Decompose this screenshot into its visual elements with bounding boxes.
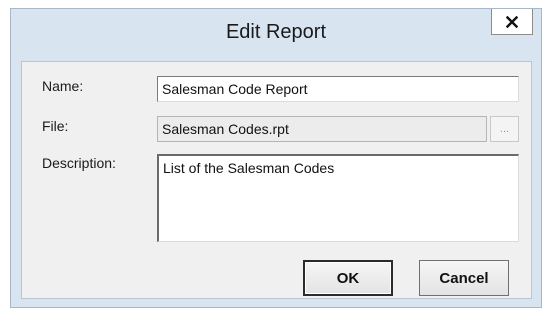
dialog-title: Edit Report [225,21,327,43]
ok-button[interactable]: OK [303,260,393,296]
close-icon [506,15,518,28]
file-input[interactable] [157,116,487,142]
description-label: Description: [42,155,116,171]
dialog-content: Name: File: ... Description: List of the… [21,61,532,299]
title-bar[interactable]: Edit Report [11,9,541,59]
description-textarea[interactable]: List of the Salesman Codes [157,154,519,242]
edit-report-dialog: Edit Report Name: File: ... Description:… [10,8,542,308]
name-input[interactable] [157,76,519,102]
browse-button[interactable]: ... [490,116,519,142]
cancel-button[interactable]: Cancel [419,260,509,296]
name-label: Name: [42,78,84,94]
close-button[interactable] [491,9,533,35]
file-label: File: [42,118,69,134]
